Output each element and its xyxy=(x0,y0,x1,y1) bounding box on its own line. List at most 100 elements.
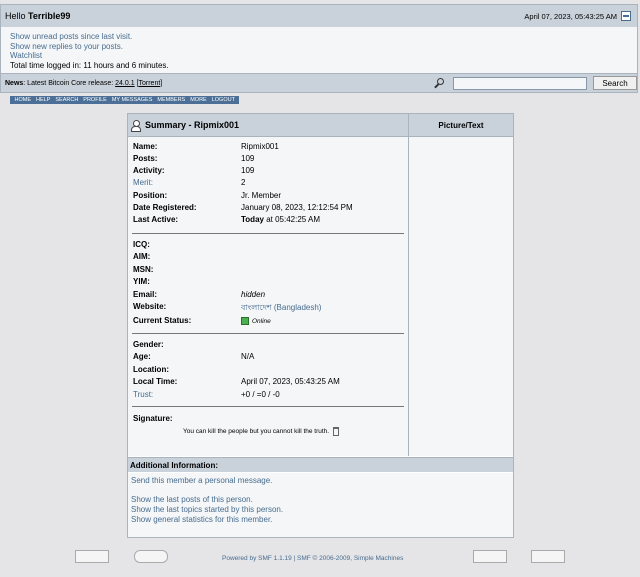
row-value: +0 / =0 / -0 xyxy=(241,390,280,399)
divider xyxy=(132,233,404,234)
xhtml-badge-icon[interactable] xyxy=(473,550,507,563)
css-badge-icon[interactable] xyxy=(531,550,565,563)
row-merit: Merit: 2 xyxy=(133,178,403,189)
menu-home[interactable]: HOME xyxy=(12,96,34,104)
greeting: Hello Terrible99 xyxy=(1,11,70,21)
mysql-badge-icon[interactable] xyxy=(75,550,109,563)
news-label: News xyxy=(5,79,24,87)
row-label: Gender: xyxy=(133,340,164,349)
search-icon xyxy=(433,77,445,89)
summary-title: Summary - Ripmix001 xyxy=(145,120,240,130)
row-value: 2 xyxy=(241,178,246,187)
unread-posts-link[interactable]: Show unread posts since last visit. xyxy=(10,32,132,41)
row-label: Location: xyxy=(133,365,169,374)
row-label: Website: xyxy=(133,302,167,311)
row-label: AIM: xyxy=(133,252,151,261)
row-value: January 08, 2023, 12:12:54 PM xyxy=(241,203,353,212)
row-label: Name: xyxy=(133,142,158,151)
summary-section: Summary - Ripmix001 Name: Ripmix001 Post… xyxy=(128,114,409,456)
row-current-status: Current Status: Online xyxy=(133,316,403,327)
merit-link[interactable]: Merit: xyxy=(133,178,153,187)
row-date-registered: Date Registered: January 08, 2023, 12:12… xyxy=(133,203,403,214)
email-value: hidden xyxy=(241,290,266,299)
user-icon xyxy=(131,120,141,132)
last-active-time: at 05:42:25 AM xyxy=(263,215,321,224)
row-posts: Posts: 109 xyxy=(133,154,403,165)
signature-text: You can kill the people but you cannot k… xyxy=(183,427,339,436)
row-gender: Gender: xyxy=(133,340,403,351)
row-value: Jr. Member xyxy=(241,191,282,200)
row-label: MSN: xyxy=(133,265,154,274)
row-website: Website: বাংলাদেশ (Bangladesh) xyxy=(133,302,403,313)
row-label: Date Registered: xyxy=(133,203,197,212)
menu-search[interactable]: SEARCH xyxy=(53,96,81,104)
online-status-icon xyxy=(241,316,249,325)
row-value: Today at 05:42:25 AM xyxy=(241,215,320,224)
powered-by[interactable]: Powered by SMF 1.1.19 | SMF © 2006-2009,… xyxy=(222,555,403,562)
row-age: Age: N/A xyxy=(133,352,403,363)
top-bar: Hello Terrible99 April 07, 2023, 05:43:2… xyxy=(0,4,638,28)
menu-my-messages[interactable]: MY MESSAGES xyxy=(109,96,155,104)
row-value: N/A xyxy=(241,352,255,361)
new-replies-link[interactable]: Show new replies to your posts. xyxy=(10,42,123,51)
additional-info-body: Send this member a personal message. Sho… xyxy=(128,473,513,537)
core-release-link[interactable]: 24.0.1 xyxy=(115,80,134,87)
greeting-prefix: Hello xyxy=(5,11,26,21)
send-pm-link[interactable]: Send this member a personal message. xyxy=(131,476,272,485)
online-status-text: Online xyxy=(252,318,271,325)
row-label: Current Status: xyxy=(133,316,192,325)
time-logged-in: Total time logged in: 11 hours and 6 min… xyxy=(10,60,169,70)
row-label: Email: xyxy=(133,290,158,299)
php-badge-icon[interactable] xyxy=(134,550,168,563)
menu-help[interactable]: HELP xyxy=(34,96,53,104)
additional-info-header: Additional Information: xyxy=(128,457,513,472)
divider xyxy=(132,333,404,334)
row-local-time: Local Time: April 07, 2023, 05:43:25 AM xyxy=(133,377,403,388)
picture-area xyxy=(409,137,513,456)
menu-logout[interactable]: LOGOUT xyxy=(209,96,237,104)
row-trust: Trust: +0 / =0 / -0 xyxy=(133,390,403,401)
trust-link[interactable]: Trust: xyxy=(133,390,153,399)
menu-members[interactable]: MEMBERS xyxy=(155,96,188,104)
news-bar: News: Latest Bitcoin Core release: 24.0.… xyxy=(0,74,638,93)
row-signature: Signature: xyxy=(133,414,403,425)
last-topics-link[interactable]: Show the last topics started by this per… xyxy=(131,505,283,514)
footer: Powered by SMF 1.1.19 | SMF © 2006-2009,… xyxy=(0,548,640,568)
search-input[interactable] xyxy=(453,76,587,90)
profile-panel: Summary - Ripmix001 Name: Ripmix001 Post… xyxy=(127,113,514,538)
row-value: April 07, 2023, 05:43:25 AM xyxy=(241,377,340,386)
row-yim: YIM: xyxy=(133,277,403,288)
website-link[interactable]: বাংলাদেশ (Bangladesh) xyxy=(241,302,321,315)
row-label: Local Time: xyxy=(133,377,178,386)
last-active-day: Today xyxy=(241,215,264,224)
row-label: Activity: xyxy=(133,166,165,175)
row-last-active: Last Active: Today at 05:42:25 AM xyxy=(133,215,403,226)
news-text: : Latest Bitcoin Core release: xyxy=(23,79,116,87)
row-label: ICQ: xyxy=(133,240,150,249)
menu-more[interactable]: MORE xyxy=(188,96,210,104)
summary-header: Summary - Ripmix001 xyxy=(128,114,408,137)
row-location: Location: xyxy=(133,365,403,376)
row-msn: MSN: xyxy=(133,265,403,276)
row-email: Email: hidden xyxy=(133,290,403,301)
row-label: Age: xyxy=(133,352,151,361)
menu-profile[interactable]: PROFILE xyxy=(81,96,110,104)
row-label: Posts: xyxy=(133,154,158,163)
watchlist-link[interactable]: Watchlist xyxy=(10,51,42,60)
row-label: Signature: xyxy=(133,414,173,423)
current-datetime: April 07, 2023, 05:43:25 AM xyxy=(524,11,617,21)
trash-icon xyxy=(332,427,339,436)
news: News: Latest Bitcoin Core release: 24.0.… xyxy=(1,80,162,87)
main-menu: HOME HELP SEARCH PROFILE MY MESSAGES MEM… xyxy=(10,96,240,104)
picture-header: Picture/Text xyxy=(409,114,513,137)
row-label: YIM: xyxy=(133,277,150,286)
user-info-box: Show unread posts since last visit. Show… xyxy=(0,27,638,74)
row-aim: AIM: xyxy=(133,252,403,263)
torrent-link[interactable]: [Torrent] xyxy=(137,80,163,87)
search-button[interactable]: Search xyxy=(593,76,637,90)
member-stats-link[interactable]: Show general statistics for this member. xyxy=(131,515,272,524)
row-name: Name: Ripmix001 xyxy=(133,142,403,153)
last-posts-link[interactable]: Show the last posts of this person. xyxy=(131,495,253,504)
collapse-icon[interactable] xyxy=(621,11,631,21)
row-value: Ripmix001 xyxy=(241,142,279,151)
